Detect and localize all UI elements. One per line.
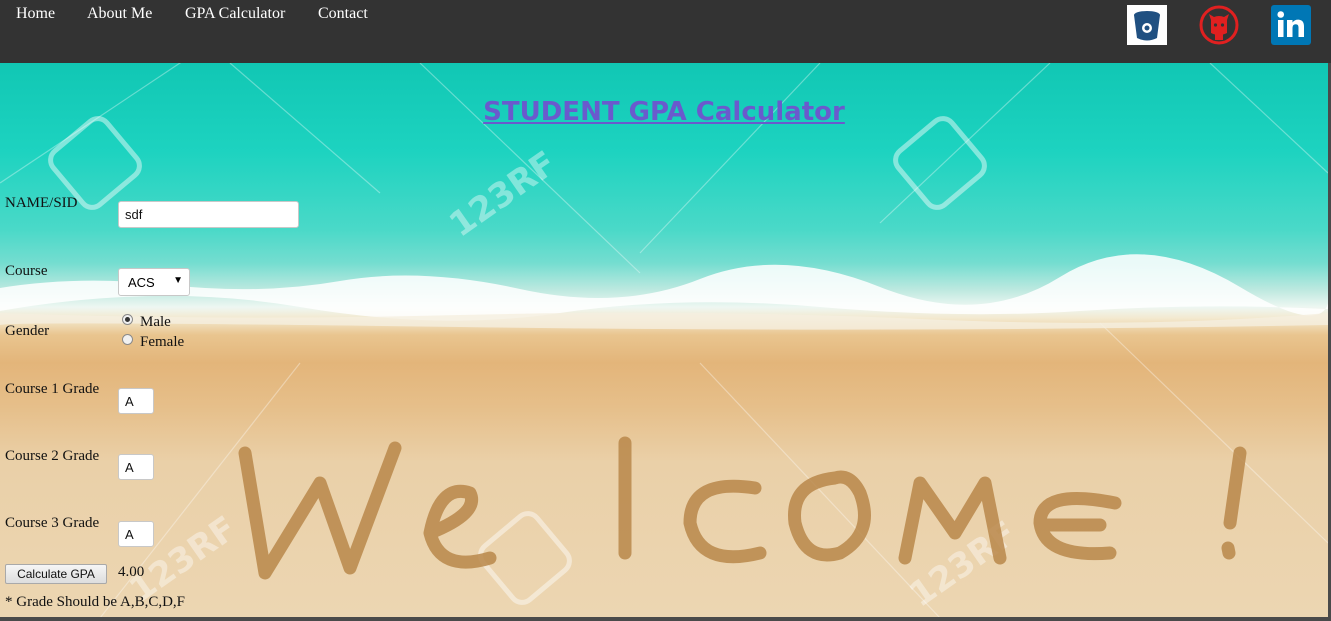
course-2-grade-label: Course 2 Grade [5, 448, 100, 464]
course-1-grade-label: Course 1 Grade [5, 381, 100, 397]
course-select[interactable]: ACS ▼ [118, 268, 190, 296]
name-sid-input[interactable] [118, 201, 299, 228]
scene-bottom-border [0, 617, 1331, 621]
course-2-grade-input[interactable] [118, 454, 154, 480]
course-1-grade-input[interactable] [118, 388, 154, 414]
linkedin-icon[interactable] [1271, 5, 1311, 45]
male-radio-label: Male [140, 314, 171, 330]
gpa-result: 4.00 [118, 564, 145, 580]
male-radio[interactable] [122, 314, 133, 325]
nav-link-contact[interactable]: Contact [318, 5, 368, 23]
name-sid-label: NAME/SID [5, 195, 78, 211]
grade-note: * Grade Should be A,B,C,D,F [5, 594, 185, 610]
gender-label: Gender [5, 323, 50, 339]
course-label: Course [5, 263, 48, 279]
course-select-value: ACS [128, 275, 155, 290]
gender-option-male[interactable]: Male [122, 314, 171, 331]
beach-background: 123RF 123RF 123RF [0, 63, 1328, 618]
calculate-gpa-button[interactable]: Calculate GPA [5, 564, 107, 584]
beach-art: 123RF 123RF 123RF [0, 63, 1328, 618]
female-radio-label: Female [140, 334, 185, 350]
page-title[interactable]: STUDENT GPA Calculator [0, 97, 1328, 127]
course-3-grade-input[interactable] [118, 521, 154, 547]
course-3-grade-label: Course 3 Grade [5, 515, 100, 531]
chevron-down-icon: ▼ [173, 275, 183, 286]
svg-text:123RF: 123RF [442, 144, 564, 246]
github-icon[interactable] [1199, 5, 1239, 45]
nav-link-home[interactable]: Home [16, 5, 55, 23]
nav-link-gpa-calculator[interactable]: GPA Calculator [185, 5, 285, 23]
navbar: Home About Me GPA Calculator Contact [0, 0, 1331, 63]
female-radio[interactable] [122, 334, 133, 345]
nav-link-about-me[interactable]: About Me [87, 5, 152, 23]
bitbucket-icon[interactable] [1127, 5, 1167, 45]
gender-option-female[interactable]: Female [122, 334, 184, 351]
